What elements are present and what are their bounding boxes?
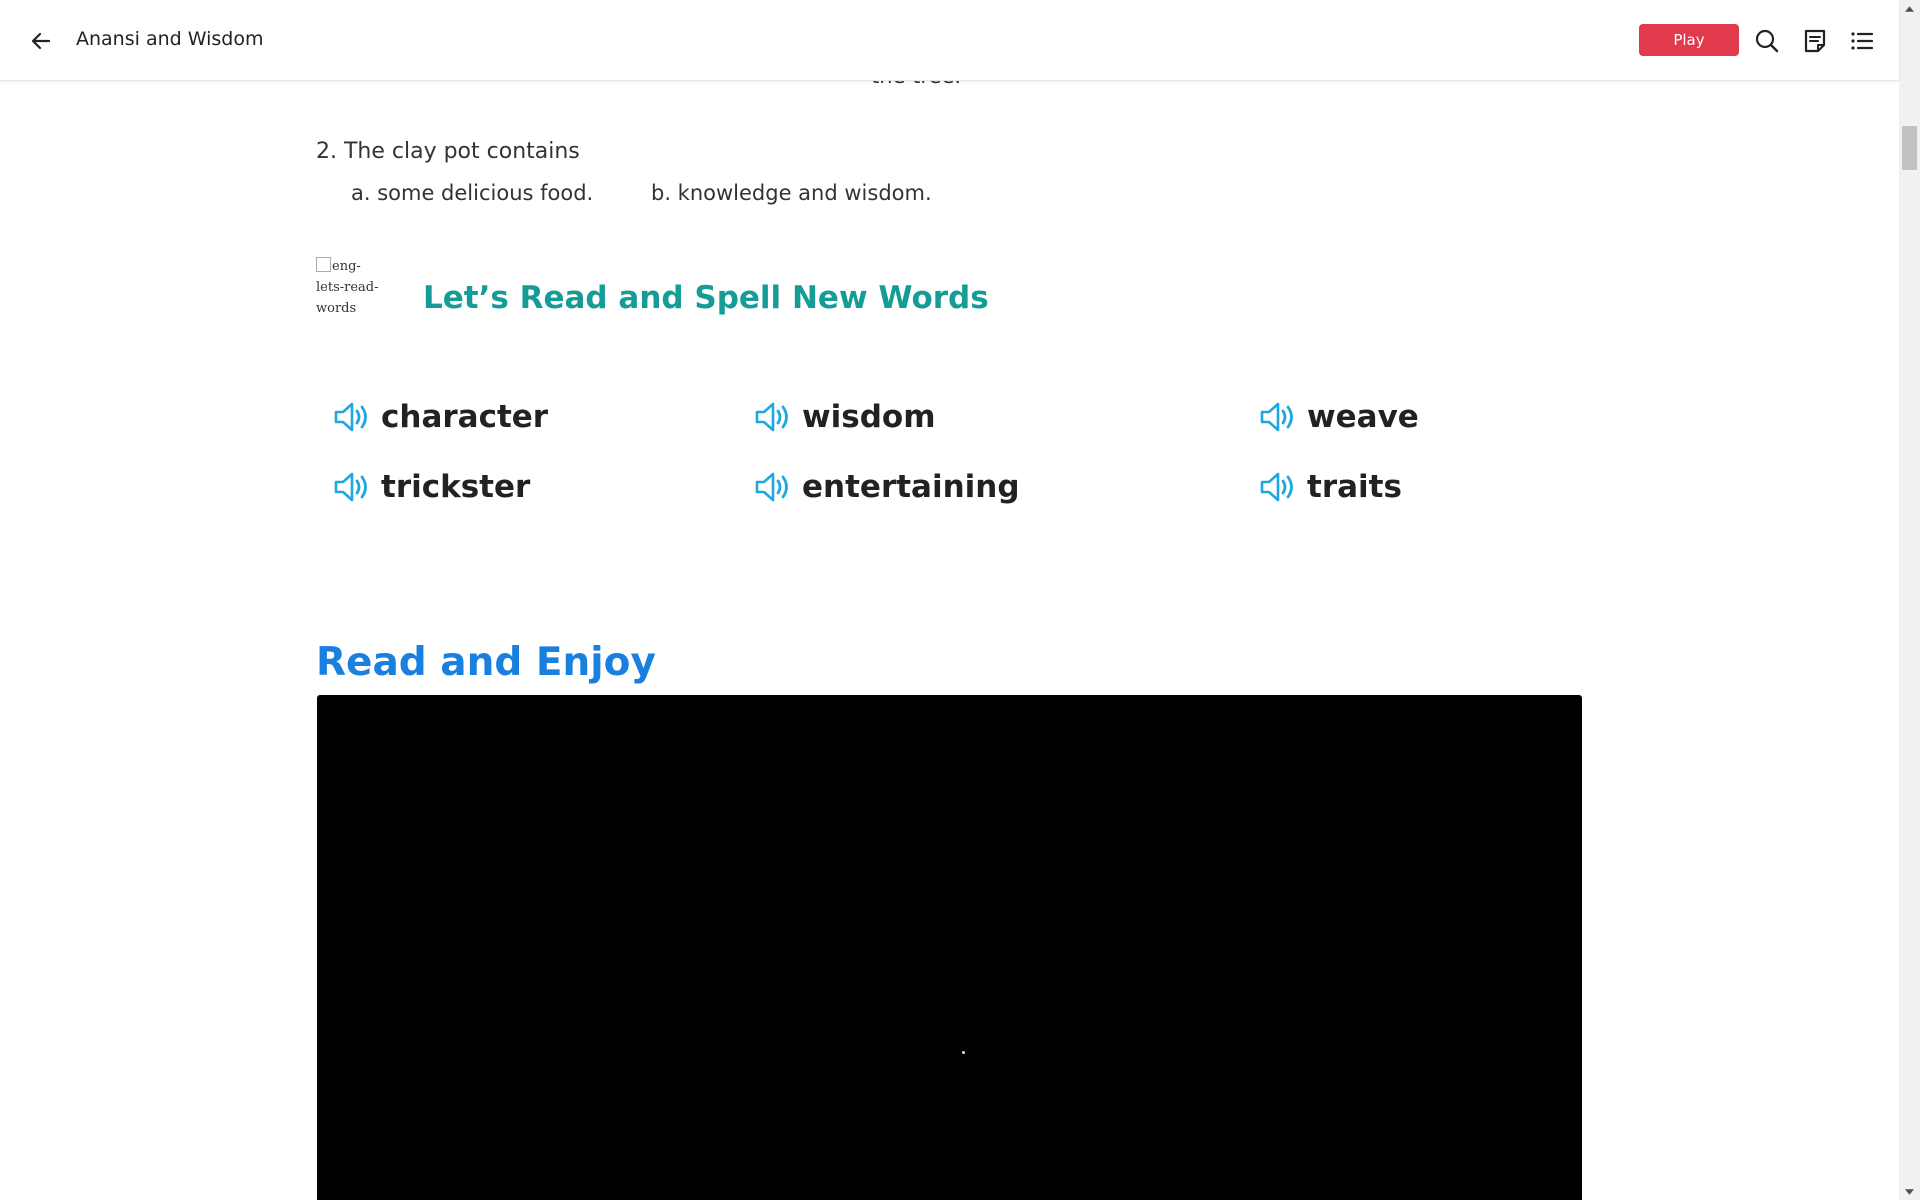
scroll-up-arrow-icon[interactable] bbox=[1899, 0, 1920, 17]
vertical-scrollbar[interactable] bbox=[1899, 0, 1920, 1200]
search-button[interactable] bbox=[1752, 26, 1782, 56]
contents-button[interactable] bbox=[1847, 26, 1877, 56]
list-menu-icon bbox=[1851, 32, 1874, 50]
word-label: weave bbox=[1307, 399, 1419, 435]
speaker-icon[interactable] bbox=[333, 400, 373, 434]
word-label: wisdom bbox=[802, 399, 936, 435]
reader-content: the tree. 2. The clay pot contains a. so… bbox=[0, 0, 1899, 1200]
speaker-icon[interactable] bbox=[754, 470, 794, 504]
word-item-traits[interactable]: traits bbox=[1259, 469, 1402, 505]
word-item-entertaining[interactable]: entertaining bbox=[754, 469, 1020, 505]
quiz-question: 2. The clay pot contains bbox=[316, 139, 580, 164]
word-label: trickster bbox=[381, 469, 531, 505]
notes-icon bbox=[1804, 29, 1826, 53]
word-item-character[interactable]: character bbox=[333, 399, 548, 435]
answer-option-a[interactable]: a. some delicious food. bbox=[351, 181, 593, 205]
top-bar: Anansi and Wisdom Play bbox=[0, 0, 1899, 81]
book-title: Anansi and Wisdom bbox=[76, 28, 264, 50]
word-item-trickster[interactable]: trickster bbox=[333, 469, 530, 505]
speaker-icon[interactable] bbox=[1259, 400, 1299, 434]
search-icon bbox=[1755, 29, 1779, 53]
arrow-left-icon bbox=[31, 32, 51, 50]
speaker-icon[interactable] bbox=[1259, 470, 1299, 504]
video-player[interactable] bbox=[317, 695, 1582, 1200]
broken-image: eng-lets-read-words bbox=[316, 256, 388, 316]
play-button[interactable]: Play bbox=[1639, 24, 1739, 56]
speaker-icon[interactable] bbox=[754, 400, 794, 434]
word-label: character bbox=[381, 399, 549, 435]
read-section-title: Read and Enjoy bbox=[316, 640, 656, 685]
notes-button[interactable] bbox=[1800, 26, 1830, 56]
scrollbar-thumb[interactable] bbox=[1902, 126, 1917, 170]
word-label: traits bbox=[1307, 469, 1402, 505]
word-item-weave[interactable]: weave bbox=[1259, 399, 1419, 435]
speaker-icon[interactable] bbox=[333, 470, 373, 504]
scroll-down-arrow-icon[interactable] bbox=[1899, 1183, 1920, 1200]
back-button[interactable] bbox=[26, 26, 56, 56]
words-section-title: Let’s Read and Spell New Words bbox=[423, 280, 989, 316]
broken-image-placeholder-icon bbox=[316, 257, 331, 272]
answer-option-b[interactable]: b. knowledge and wisdom. bbox=[651, 181, 932, 205]
video-loading-dot bbox=[962, 1051, 965, 1054]
word-label: entertaining bbox=[802, 469, 1020, 505]
word-item-wisdom[interactable]: wisdom bbox=[754, 399, 936, 435]
